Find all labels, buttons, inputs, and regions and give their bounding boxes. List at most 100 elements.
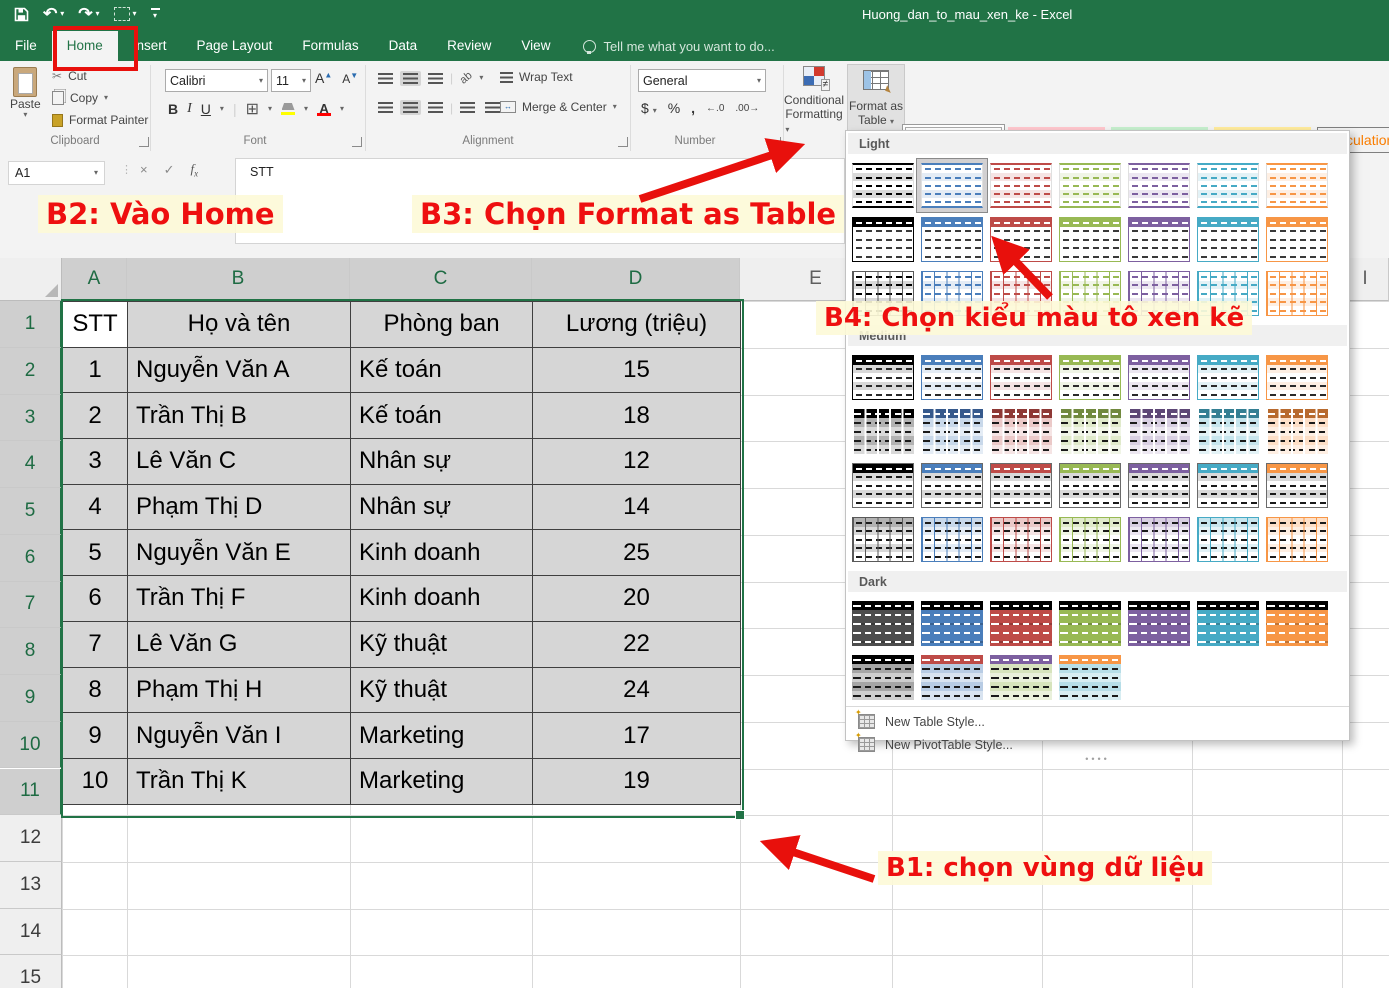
tab-view[interactable]: View [506, 31, 565, 61]
table-style-thumbnail[interactable] [1266, 601, 1328, 646]
row-header-14[interactable]: 14 [0, 909, 62, 956]
cancel-icon[interactable]: × [140, 162, 148, 177]
table-style-thumbnail[interactable] [1266, 163, 1328, 208]
decrease-font-icon[interactable]: A▼ [342, 71, 358, 86]
data-cell[interactable]: Nguyễn Văn I [128, 713, 351, 759]
align-right-icon[interactable] [425, 100, 446, 115]
tab-file[interactable]: File [0, 31, 52, 61]
data-cell[interactable]: Lê Văn C [128, 439, 351, 485]
table-style-thumbnail[interactable] [1266, 271, 1328, 316]
column-header-A[interactable]: A [62, 258, 127, 301]
table-style-thumbnail[interactable] [852, 217, 914, 262]
data-cell[interactable]: Phạm Thị H [128, 667, 351, 713]
data-cell[interactable]: Nguyễn Văn A [128, 347, 351, 393]
align-center-icon[interactable] [400, 100, 421, 115]
wrap-text-button[interactable]: Wrap Text [500, 70, 573, 84]
table-style-thumbnail[interactable] [990, 517, 1052, 562]
row-header-12[interactable]: 12 [0, 815, 62, 862]
row-header-13[interactable]: 13 [0, 862, 62, 909]
table-style-thumbnail[interactable] [1128, 355, 1190, 400]
align-left-icon[interactable] [375, 100, 396, 115]
qat-table-button[interactable]: ▾ [114, 7, 137, 21]
data-cell[interactable]: 1 [63, 347, 128, 393]
increase-font-icon[interactable]: A▲ [315, 70, 332, 86]
select-all-corner[interactable] [0, 258, 62, 301]
redo-button[interactable]: ↷▾ [78, 4, 99, 24]
row-header-1[interactable]: 1 [0, 301, 62, 348]
row-header-7[interactable]: 7 [0, 582, 62, 629]
table-style-thumbnail[interactable] [1059, 463, 1121, 508]
data-cell[interactable]: 7 [63, 621, 128, 667]
table-style-thumbnail[interactable] [990, 409, 1052, 454]
row-header-4[interactable]: 4 [0, 441, 62, 488]
row-header-10[interactable]: 10 [0, 722, 62, 769]
borders-icon[interactable]: ⊞ [246, 99, 259, 119]
data-cell[interactable]: 24 [533, 667, 741, 713]
data-cell[interactable]: Nguyễn Văn E [128, 530, 351, 576]
data-cell[interactable]: 20 [533, 576, 741, 622]
insert-function-icon[interactable]: fx [191, 161, 199, 179]
data-cell[interactable]: Marketing [351, 758, 533, 804]
orientation-icon[interactable]: ab [454, 66, 478, 90]
align-bottom-icon[interactable] [425, 71, 446, 86]
table-style-thumbnail[interactable] [1128, 163, 1190, 208]
table-style-thumbnail[interactable] [1128, 601, 1190, 646]
data-cell[interactable]: Marketing [351, 713, 533, 759]
data-cell[interactable]: Kinh doanh [351, 530, 533, 576]
tab-page-layout[interactable]: Page Layout [182, 31, 288, 61]
number-format-combo[interactable]: General▾ [638, 69, 766, 92]
new-table-style-item[interactable]: New Table Style... [846, 710, 1349, 733]
table-style-thumbnail[interactable] [921, 217, 983, 262]
data-cell[interactable]: 6 [63, 576, 128, 622]
row-header-3[interactable]: 3 [0, 395, 62, 442]
row-header-5[interactable]: 5 [0, 488, 62, 535]
row-header-8[interactable]: 8 [0, 628, 62, 675]
data-cell[interactable]: 18 [533, 393, 741, 439]
header-cell[interactable]: Họ và tên [128, 302, 351, 348]
table-style-thumbnail[interactable] [921, 517, 983, 562]
row-header-9[interactable]: 9 [0, 675, 62, 722]
data-cell[interactable]: Nhân sự [351, 484, 533, 530]
table-style-thumbnail[interactable] [1197, 217, 1259, 262]
font-color-button[interactable]: A [317, 103, 331, 116]
font-dialog-launcher[interactable] [352, 137, 362, 147]
data-cell[interactable]: Kế toán [351, 393, 533, 439]
table-style-thumbnail[interactable] [990, 655, 1052, 700]
table-style-thumbnail[interactable] [1266, 409, 1328, 454]
data-cell[interactable]: 17 [533, 713, 741, 759]
table-style-thumbnail[interactable] [990, 601, 1052, 646]
column-header-D[interactable]: D [532, 258, 740, 301]
copy-button[interactable]: Copy ▾ [52, 91, 108, 105]
table-style-thumbnail[interactable] [990, 217, 1052, 262]
table-style-thumbnail[interactable] [852, 163, 914, 208]
clipboard-dialog-launcher[interactable] [139, 137, 149, 147]
align-top-icon[interactable] [375, 71, 396, 86]
table-style-thumbnail[interactable] [1266, 517, 1328, 562]
table-style-thumbnail[interactable] [1059, 355, 1121, 400]
alignment-dialog-launcher[interactable] [618, 137, 628, 147]
data-cell[interactable]: Kỹ thuật [351, 621, 533, 667]
enter-icon[interactable]: ✓ [164, 162, 175, 178]
header-cell[interactable]: Phòng ban [351, 302, 533, 348]
conditional-formatting-button[interactable]: ≠ Conditional Formatting ▾ [788, 66, 840, 135]
table-style-thumbnail[interactable] [1059, 163, 1121, 208]
table-style-thumbnail[interactable] [921, 655, 983, 700]
italic-button[interactable]: I [187, 101, 192, 117]
table-style-thumbnail[interactable] [1128, 517, 1190, 562]
formula-bar-splitter[interactable]: ⋮ [121, 163, 132, 176]
table-style-thumbnail[interactable] [852, 517, 914, 562]
fill-color-button[interactable] [281, 103, 295, 115]
number-dialog-launcher[interactable] [771, 137, 781, 147]
table-style-thumbnail[interactable] [1197, 517, 1259, 562]
tab-home[interactable]: Home [52, 31, 118, 61]
data-cell[interactable]: 8 [63, 667, 128, 713]
row-header-2[interactable]: 2 [0, 348, 62, 395]
data-cell[interactable]: 2 [63, 393, 128, 439]
table-style-thumbnail[interactable] [1059, 517, 1121, 562]
accounting-format-icon[interactable]: $ ▾ [641, 100, 657, 116]
increase-decimal-icon[interactable]: ←.0 [706, 103, 724, 114]
customize-qat-button[interactable]: ▾ [151, 8, 160, 20]
table-style-thumbnail[interactable] [921, 355, 983, 400]
underline-button[interactable]: U [201, 101, 211, 117]
data-cell[interactable]: 10 [63, 758, 128, 804]
